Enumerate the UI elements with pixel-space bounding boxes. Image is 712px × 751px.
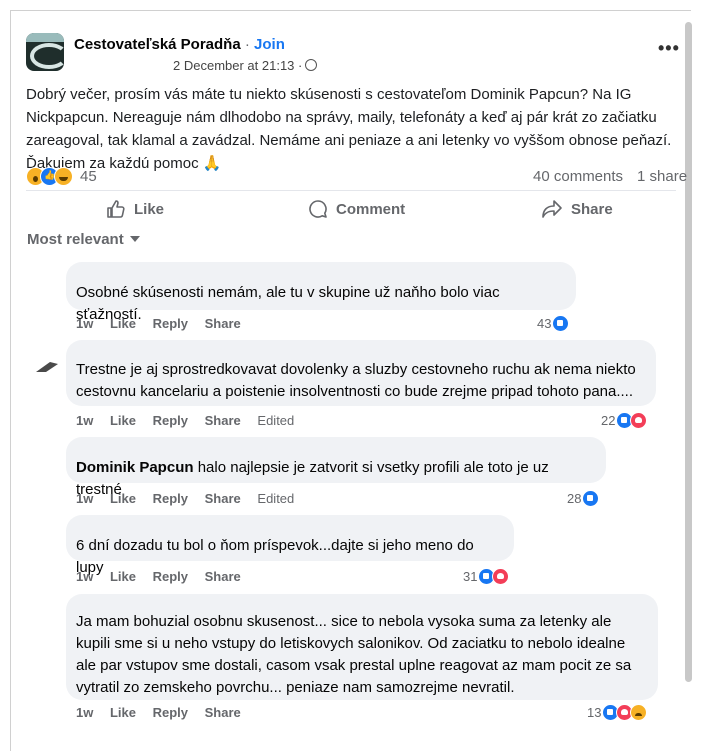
edited-label: Edited xyxy=(257,491,295,506)
comment-bubble-icon xyxy=(309,200,327,218)
mention-link[interactable]: Dominik Papcun xyxy=(76,459,194,476)
comment-age[interactable]: 1w xyxy=(76,413,93,428)
partial-avatar xyxy=(36,362,58,372)
comment-bubble: Osobné skúsenosti nemám, ale tu v skupin… xyxy=(66,262,576,323)
comment-like-button[interactable]: Like xyxy=(110,705,136,720)
share-button-label: Share xyxy=(571,200,613,218)
reaction-count: 45 xyxy=(80,167,97,185)
comment-reactions[interactable]: 13 xyxy=(587,704,648,721)
sad-icon xyxy=(630,704,648,721)
comment-bubble: Dominik Papcun halo najlepsie je zatvori… xyxy=(66,437,606,498)
share-button[interactable]: Share xyxy=(541,199,613,219)
post-header: Cestovateľská Poradňa · Join xyxy=(74,36,285,53)
like-icon xyxy=(582,490,600,507)
comments-count[interactable]: 40 comments xyxy=(533,168,623,185)
comment-bubble: 6 dní dozadu tu bol o ňom príspevok...da… xyxy=(66,515,514,576)
sort-label: Most relevant xyxy=(27,231,124,248)
post-meta: 2 December at 21:13 · xyxy=(173,58,318,73)
like-button[interactable]: Like xyxy=(106,199,164,219)
comment-actions: 1w Like Reply Share xyxy=(76,316,254,331)
edited-label: Edited xyxy=(257,413,295,428)
comment-share-button[interactable]: Share xyxy=(205,491,241,506)
comment-reply-button[interactable]: Reply xyxy=(153,491,188,506)
post-timestamp[interactable]: 2 December at 21:13 · xyxy=(173,58,302,73)
comment-actions: 1w Like Reply Share xyxy=(76,569,254,584)
like-icon xyxy=(552,315,570,332)
comment-like-button[interactable]: Like xyxy=(110,316,136,331)
comment-reactions[interactable]: 28 xyxy=(567,490,600,507)
comment-bubble: Trestne je aj sprostredkovavat dovolenky… xyxy=(66,340,656,406)
comment-reaction-count: 43 xyxy=(537,316,552,331)
comment-text: Ja mam bohuzial osobnu skusenost... sice… xyxy=(76,613,632,696)
comment-actions: 1w Like Reply Share Edited xyxy=(76,491,307,506)
comment-bubble: Ja mam bohuzial osobnu skusenost... sice… xyxy=(66,594,658,700)
chevron-down-icon xyxy=(129,236,140,242)
comment-reply-button[interactable]: Reply xyxy=(153,569,188,584)
comment-share-button[interactable]: Share xyxy=(205,705,241,720)
comment-age[interactable]: 1w xyxy=(76,491,93,506)
comment-button[interactable]: Comment xyxy=(308,199,405,219)
comment-like-button[interactable]: Like xyxy=(110,413,136,428)
comment-share-button[interactable]: Share xyxy=(205,316,241,331)
comment-age[interactable]: 1w xyxy=(76,316,93,331)
love-icon xyxy=(492,568,510,585)
love-icon xyxy=(630,412,648,429)
comment-reactions[interactable]: 31 xyxy=(463,568,510,585)
comment-reply-button[interactable]: Reply xyxy=(153,413,188,428)
comment-like-button[interactable]: Like xyxy=(110,491,136,506)
comment-reply-button[interactable]: Reply xyxy=(153,705,188,720)
group-avatar[interactable] xyxy=(26,33,64,71)
comment-age[interactable]: 1w xyxy=(76,569,93,584)
sort-dropdown[interactable]: Most relevant xyxy=(27,231,140,248)
comment-button-label: Comment xyxy=(336,200,406,218)
comment-reaction-count: 31 xyxy=(463,569,478,584)
like-button-label: Like xyxy=(134,200,165,218)
comment-reaction-count: 13 xyxy=(587,705,602,720)
reactions-summary[interactable]: 45 xyxy=(26,166,97,186)
action-bar: Like Comment Share xyxy=(26,190,676,223)
globe-icon xyxy=(305,59,318,71)
haha-icon xyxy=(54,166,73,186)
share-arrow-icon xyxy=(542,200,562,218)
scrollbar[interactable] xyxy=(685,22,692,682)
comment-share-button[interactable]: Share xyxy=(205,569,241,584)
join-button[interactable]: Join xyxy=(254,36,285,53)
comment-reactions[interactable]: 22 xyxy=(601,412,648,429)
shares-count[interactable]: 1 share xyxy=(637,168,687,185)
comment-share-button[interactable]: Share xyxy=(205,413,241,428)
group-name-link[interactable]: Cestovateľská Poradňa xyxy=(74,36,241,53)
comment-reactions[interactable]: 43 xyxy=(537,315,570,332)
thumbs-up-icon xyxy=(107,200,125,218)
comment-age[interactable]: 1w xyxy=(76,705,93,720)
comment-reply-button[interactable]: Reply xyxy=(153,316,188,331)
more-options-button[interactable]: ••• xyxy=(658,38,680,59)
comment-text: Trestne je aj sprostredkovavat dovolenky… xyxy=(76,361,636,400)
header-separator: · xyxy=(244,36,250,53)
comment-reaction-count: 22 xyxy=(601,413,616,428)
comment-actions: 1w Like Reply Share Edited xyxy=(76,413,307,428)
comment-reaction-count: 28 xyxy=(567,491,582,506)
post-text: Dobrý večer, prosím vás máte tu niekto s… xyxy=(26,86,672,172)
comment-actions: 1w Like Reply Share xyxy=(76,705,254,720)
comment-like-button[interactable]: Like xyxy=(110,569,136,584)
